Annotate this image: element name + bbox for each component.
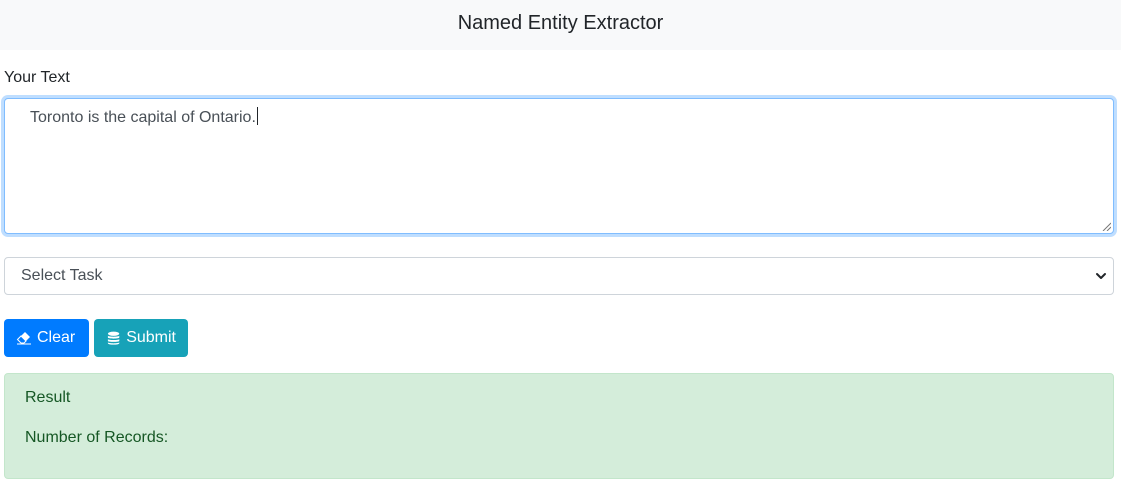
result-panel: Result Number of Records: bbox=[4, 373, 1114, 479]
submit-button-label: Submit bbox=[126, 329, 176, 346]
text-caret bbox=[256, 107, 258, 125]
clear-button-label: Clear bbox=[37, 329, 76, 346]
task-select-value: Select Task bbox=[21, 267, 103, 284]
text-input[interactable]: Toronto is the capital of Ontario. bbox=[4, 98, 1114, 234]
clear-button[interactable]: Clear bbox=[4, 319, 89, 357]
database-icon bbox=[107, 331, 120, 345]
submit-button[interactable]: Submit bbox=[94, 319, 188, 357]
resize-grip-icon[interactable] bbox=[1101, 221, 1111, 231]
eraser-icon bbox=[16, 332, 31, 345]
result-title: Result bbox=[25, 389, 71, 406]
text-label: Your Text bbox=[4, 69, 70, 86]
task-select[interactable]: Select Task bbox=[4, 257, 1114, 295]
page-title: Named Entity Extractor bbox=[457, 11, 664, 34]
records-count-label: Number of Records: bbox=[25, 429, 169, 446]
chevron-down-icon bbox=[1096, 273, 1106, 279]
app-header: Named Entity Extractor bbox=[0, 0, 1121, 50]
text-input-value: Toronto is the capital of Ontario. bbox=[30, 109, 256, 126]
